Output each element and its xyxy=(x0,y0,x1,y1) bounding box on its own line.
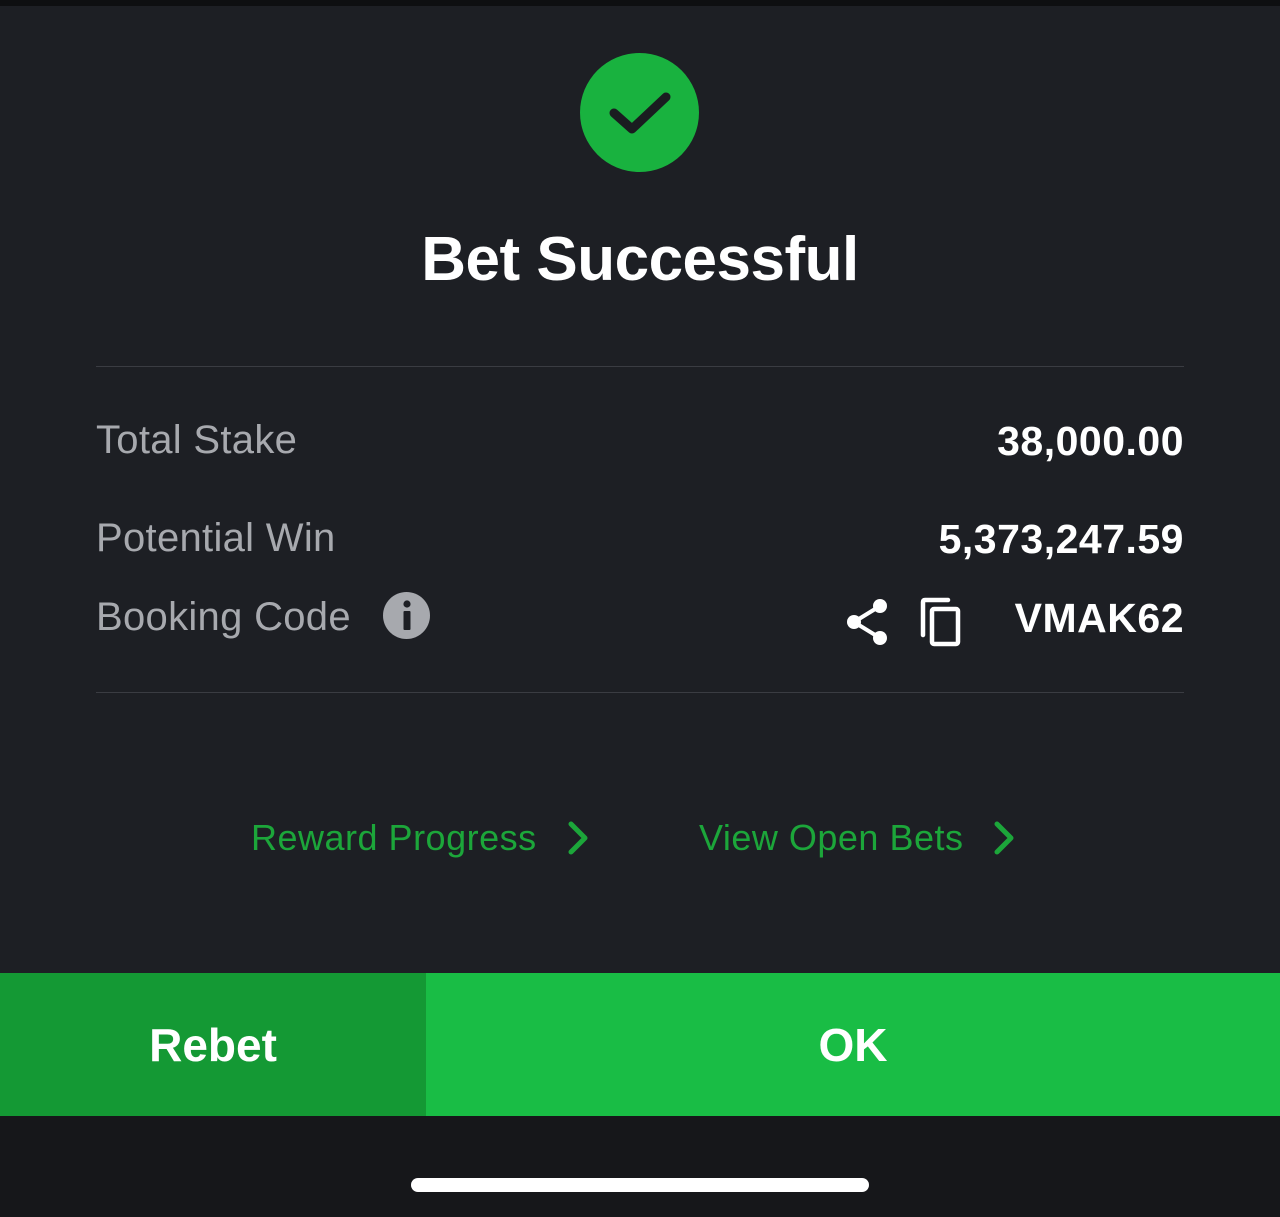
total-stake-label: Total Stake xyxy=(96,418,298,462)
reward-progress-label: Reward Progress xyxy=(251,817,537,858)
success-check-icon xyxy=(580,53,699,172)
view-open-bets-link[interactable]: View Open Bets xyxy=(699,812,1015,864)
copy-icon[interactable] xyxy=(918,597,962,647)
rebet-button[interactable]: Rebet xyxy=(0,973,426,1116)
bottom-safe-area xyxy=(0,1116,1280,1217)
ok-button[interactable]: OK xyxy=(426,973,1280,1116)
action-button-bar: Rebet OK xyxy=(0,973,1280,1116)
share-icon[interactable] xyxy=(844,598,890,646)
info-icon[interactable] xyxy=(383,592,430,639)
home-indicator[interactable] xyxy=(411,1178,869,1192)
booking-code-value[interactable]: VMAK62 xyxy=(1015,595,1184,642)
potential-win-label: Potential Win xyxy=(96,516,336,560)
top-divider xyxy=(96,366,1184,367)
view-open-bets-label: View Open Bets xyxy=(699,817,964,858)
booking-code-label: Booking Code xyxy=(96,595,351,639)
bet-success-screen: Bet Successful Total Stake 38,000.00 Pot… xyxy=(0,0,1280,1217)
reward-progress-link[interactable]: Reward Progress xyxy=(251,812,589,864)
dialog-title: Bet Successful xyxy=(421,225,859,294)
chevron-right-icon xyxy=(568,821,588,855)
potential-win-value: 5,373,247.59 xyxy=(938,516,1184,562)
total-stake-value: 38,000.00 xyxy=(997,418,1184,464)
chevron-right-icon xyxy=(994,821,1014,855)
bottom-divider xyxy=(96,692,1184,693)
